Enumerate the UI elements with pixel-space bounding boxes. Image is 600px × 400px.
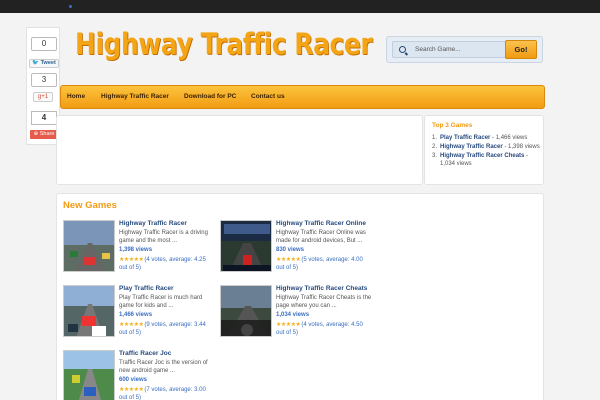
game-thumbnail[interactable] xyxy=(220,285,272,337)
game-rating: ★★★★★(9 votes, average: 3.44 out of 5) xyxy=(119,322,206,336)
top3-link-2[interactable]: Highway Traffic Racer xyxy=(440,144,503,150)
top3-title: Top 3 Games xyxy=(432,122,473,129)
nav-item-home[interactable]: Home xyxy=(67,93,85,100)
nav-item-contact-us[interactable]: Contact us xyxy=(251,93,285,100)
game-views: 1,398 views xyxy=(119,247,153,253)
new-games-panel: New Games Highway Traffic Racer Highway … xyxy=(56,193,544,400)
game-title[interactable]: Highway Traffic Racer Online xyxy=(276,220,366,227)
game-description: Play Traffic Racer is much hard game for… xyxy=(119,295,203,309)
rating-stars-icon[interactable]: ★★★★★ xyxy=(276,257,301,263)
main-nav: Home Highway Traffic Racer Download for … xyxy=(60,85,545,109)
rating-stars-icon[interactable]: ★★★★★ xyxy=(119,387,144,393)
game-description: Highway Traffic Racer Cheats is the page… xyxy=(276,295,372,309)
search-box: Search Game... Go! xyxy=(386,36,543,63)
google-plus-button[interactable]: g+1 xyxy=(33,92,53,102)
plus-icon: ⊕ xyxy=(33,131,39,137)
search-input[interactable]: Search Game... xyxy=(392,41,506,58)
rating-stars-icon[interactable]: ★★★★★ xyxy=(119,257,144,263)
facebook-count: 0 xyxy=(31,37,57,51)
game-views: 830 views xyxy=(276,247,305,253)
game-description: Highway Traffic Racer is a driving game … xyxy=(119,230,208,244)
game-title[interactable]: Highway Traffic Racer xyxy=(119,220,187,227)
tweet-button[interactable]: 🐦 Tweet xyxy=(29,59,59,68)
list-item: 3. Highway Traffic Racer Cheats - 1,034 v… xyxy=(432,153,529,167)
game-card: Highway Traffic Racer Highway Traffic Ra… xyxy=(63,220,213,282)
game-views: 1,466 views xyxy=(119,312,153,318)
top3-list: 1. Play Traffic Racer - 1,466 views 2. Hig… xyxy=(432,134,542,169)
game-description: Highway Traffic Racer Online was made fo… xyxy=(276,230,366,244)
site-logo[interactable]: Highway Traffic Racer xyxy=(75,27,373,61)
rating-stars-icon[interactable]: ★★★★★ xyxy=(119,322,144,328)
top-bar xyxy=(0,0,600,13)
game-card: Highway Traffic Racer Online Highway Tra… xyxy=(220,220,370,282)
game-title[interactable]: Highway Traffic Racer Cheats xyxy=(276,285,367,292)
list-item: 1. Play Traffic Racer - 1,466 views xyxy=(432,135,528,141)
tweet-count: 3 xyxy=(31,73,57,87)
search-placeholder: Search Game... xyxy=(415,46,461,53)
rating-stars-icon[interactable]: ★★★★★ xyxy=(276,322,301,328)
bullet-icon xyxy=(69,5,72,8)
top3-link-1[interactable]: Play Traffic Racer xyxy=(440,135,490,141)
game-card: Traffic Racer Joc Traffic Racer Joc is t… xyxy=(63,350,213,400)
game-title[interactable]: Traffic Racer Joc xyxy=(119,350,171,357)
game-rating: ★★★★★(4 votes, average: 4.50 out of 5) xyxy=(276,322,363,336)
twitter-bird-icon: 🐦 xyxy=(32,60,40,66)
game-rating: ★★★★★(5 votes, average: 4.00 out of 5) xyxy=(276,257,363,271)
game-thumbnail[interactable] xyxy=(220,220,272,272)
game-rating: ★★★★★(4 votes, average: 4.25 out of 5) xyxy=(119,257,206,271)
game-rating: ★★★★★(7 votes, average: 3.00 out of 5) xyxy=(119,387,206,400)
game-description: Traffic Racer Joc is the version of new … xyxy=(119,360,208,374)
game-views: 1,034 views xyxy=(276,312,310,318)
total-share-count: 4 xyxy=(31,111,57,125)
game-views: 600 views xyxy=(119,377,148,383)
top3-panel: Top 3 Games 1. Play Traffic Racer - 1,466… xyxy=(424,115,544,185)
list-item: 2. Highway Traffic Racer - 1,398 views xyxy=(432,144,540,150)
share-button[interactable]: ⊕ Share xyxy=(30,130,58,139)
game-title[interactable]: Play Traffic Racer xyxy=(119,285,174,292)
game-thumbnail[interactable] xyxy=(63,350,115,400)
game-thumbnail[interactable] xyxy=(63,220,115,272)
share-widget: 0 🐦 Tweet 3 g+1 4 ⊕ Share xyxy=(26,27,60,145)
new-games-title: New Games xyxy=(63,200,117,211)
tweet-label: Tweet xyxy=(40,60,56,66)
nav-item-highway-traffic-racer[interactable]: Highway Traffic Racer xyxy=(101,93,169,100)
content-panel xyxy=(56,115,423,185)
game-thumbnail[interactable] xyxy=(63,285,115,337)
search-icon xyxy=(399,46,406,53)
game-card: Play Traffic Racer Play Traffic Racer is… xyxy=(63,285,213,347)
share-label: Share xyxy=(39,131,55,137)
game-card: Highway Traffic Racer Cheats Highway Tra… xyxy=(220,285,372,347)
nav-item-download-for-pc[interactable]: Download for PC xyxy=(184,93,236,100)
search-go-button[interactable]: Go! xyxy=(505,40,537,59)
top3-link-3[interactable]: Highway Traffic Racer Cheats xyxy=(440,153,524,159)
